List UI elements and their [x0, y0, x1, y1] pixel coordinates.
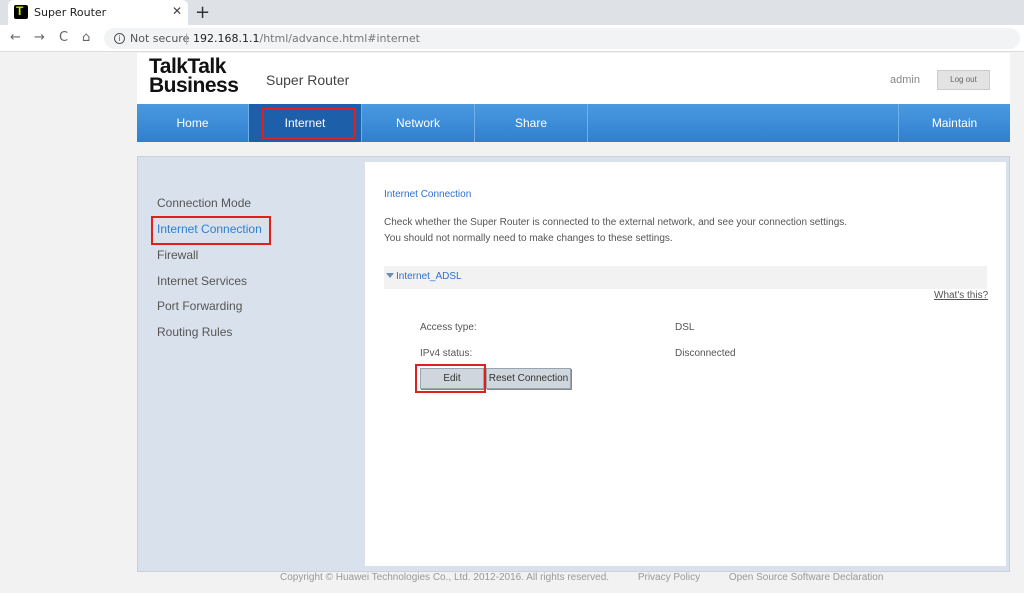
product-name: Super Router [266, 72, 350, 88]
new-tab-icon[interactable]: + [195, 2, 210, 23]
highlight-internet-connection [151, 216, 271, 245]
privacy-policy-link[interactable]: Privacy Policy [638, 572, 700, 583]
talktalk-favicon-icon [14, 4, 28, 19]
caret-down-icon[interactable] [386, 273, 394, 278]
highlight-edit-button [415, 364, 486, 393]
nav-share[interactable]: Share [475, 104, 588, 142]
user-name: admin [890, 74, 920, 86]
open-source-link[interactable]: Open Source Software Declaration [729, 572, 884, 583]
talktalk-business-logo: TalkTalk Business [149, 56, 239, 97]
section-description: Check whether the Super Router is connec… [384, 215, 847, 247]
forward-icon[interactable]: → [34, 30, 45, 45]
whats-this-link[interactable]: What's this? [934, 290, 988, 301]
router-header: TalkTalk Business Super Router admin Log… [137, 53, 1010, 104]
connection-header[interactable]: Internet_ADSL [384, 266, 987, 289]
tab-title: Super Router [34, 6, 107, 19]
highlight-internet-tab [262, 108, 356, 139]
nav-maintain[interactable]: Maintain [898, 104, 1010, 142]
sidebar-item-firewall[interactable]: Firewall [157, 248, 198, 262]
sidebar-item-internet-services[interactable]: Internet Services [157, 274, 247, 288]
connection-name[interactable]: Internet_ADSL [396, 271, 462, 282]
back-icon[interactable]: ← [10, 30, 21, 45]
sidebar-item-port-forwarding[interactable]: Port Forwarding [157, 299, 242, 313]
ipv4-status-label: IPv4 status: [420, 348, 473, 359]
access-type-value: DSL [675, 322, 695, 333]
close-tab-icon[interactable]: ✕ [172, 4, 182, 18]
reset-connection-button[interactable]: Reset Connection [486, 368, 571, 389]
not-secure-label: Not secure [130, 32, 190, 45]
url-path: /html/advance.html#internet [259, 32, 420, 45]
ipv4-status-value: Disconnected [675, 348, 736, 359]
section-title: Internet Connection [384, 189, 472, 200]
description-line-2: You should not normally need to make cha… [384, 233, 673, 244]
logout-button[interactable]: Log out [937, 70, 990, 90]
copyright-text: Copyright © Huawei Technologies Co., Ltd… [280, 572, 610, 583]
access-type-label: Access type: [420, 322, 477, 333]
logo-line-2: Business [149, 74, 239, 97]
footer: Copyright © Huawei Technologies Co., Ltd… [280, 572, 909, 583]
info-icon[interactable]: i [114, 33, 125, 44]
browser-toolbar: ← → C ⌂ i Not secure | 192.168.1.1/html/… [0, 25, 1024, 52]
nav-home[interactable]: Home [137, 104, 249, 142]
nav-network[interactable]: Network [362, 104, 475, 142]
browser-tabbar: Super Router ✕ + [0, 0, 1024, 25]
address-bar[interactable]: i Not secure | 192.168.1.1/html/advance.… [104, 28, 1020, 49]
description-line-1: Check whether the Super Router is connec… [384, 217, 848, 228]
reload-icon[interactable]: C [59, 30, 68, 45]
browser-tab[interactable]: Super Router ✕ [8, 0, 188, 25]
url-text[interactable]: 192.168.1.1/html/advance.html#internet [193, 32, 420, 45]
home-icon[interactable]: ⌂ [82, 30, 90, 45]
url-separator: | [185, 31, 189, 45]
sidebar-item-routing-rules[interactable]: Routing Rules [157, 325, 232, 339]
url-host: 192.168.1.1 [193, 32, 260, 45]
sidebar-item-connection-mode[interactable]: Connection Mode [157, 196, 251, 210]
